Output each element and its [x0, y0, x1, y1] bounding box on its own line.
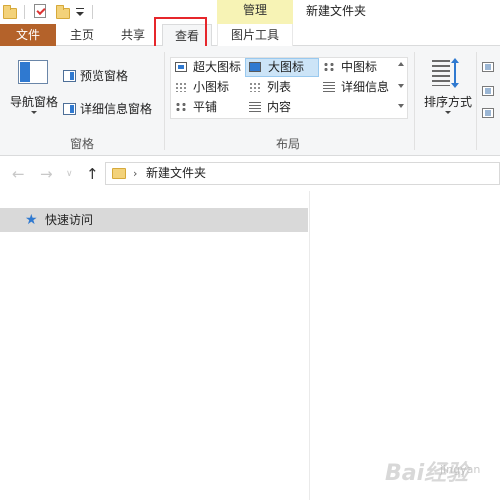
customize-toolbar-chevron-icon[interactable]	[76, 8, 84, 16]
watermark-subtext: jingyan	[440, 463, 481, 476]
scroll-up-icon[interactable]	[398, 62, 404, 66]
folder-icon[interactable]	[3, 5, 17, 19]
tab-home[interactable]: 主页	[58, 24, 106, 46]
size-columns-icon[interactable]	[482, 108, 494, 118]
star-icon: ★	[25, 212, 38, 228]
sort-arrow-icon	[451, 58, 459, 88]
more-layouts-chevron-icon[interactable]	[398, 104, 404, 108]
layout-gallery-scroller[interactable]	[395, 58, 407, 118]
layout-group-label: 布局	[275, 137, 300, 151]
layout-tiles[interactable]: 平铺	[171, 98, 245, 117]
preview-pane-icon[interactable]	[63, 70, 76, 82]
layout-extra-large-icons[interactable]: 超大图标	[171, 58, 245, 77]
navigation-pane-icon[interactable]	[18, 60, 48, 84]
layout-large-icons[interactable]: 大图标	[245, 58, 319, 77]
layout-content[interactable]: 内容	[245, 98, 319, 117]
content-icon	[249, 102, 261, 112]
small-icons-icon	[175, 82, 187, 92]
tab-share[interactable]: 共享	[108, 24, 158, 46]
tab-file[interactable]: 文件	[0, 24, 56, 46]
toolbar-separator	[24, 5, 25, 19]
layout-details[interactable]: 详细信息	[319, 78, 395, 97]
recent-locations-chevron-icon[interactable]: ∨	[66, 157, 73, 191]
sort-by-button[interactable]: 排序方式	[420, 93, 476, 110]
details-pane-icon[interactable]	[63, 103, 76, 115]
context-tab-header: 管理	[217, 0, 293, 24]
forward-arrow-icon[interactable]: →	[40, 157, 53, 191]
large-icons-icon	[249, 62, 261, 72]
details-pane-button[interactable]: 详细信息窗格	[80, 101, 152, 117]
nav-item-quick-access[interactable]: ★ 快速访问	[0, 208, 308, 232]
layout-list[interactable]: 列表	[245, 78, 319, 97]
up-arrow-icon[interactable]: ↑	[86, 157, 99, 191]
layout-gallery: 超大图标 大图标 中图标 小图标 列表 详细信息 平铺 内容	[170, 57, 408, 119]
preview-pane-button[interactable]: 预览窗格	[80, 68, 128, 84]
back-arrow-icon[interactable]: ←	[12, 157, 25, 191]
extra-large-icons-icon	[175, 62, 187, 72]
breadcrumb-current[interactable]: 新建文件夹	[146, 163, 206, 184]
layout-small-icons[interactable]: 小图标	[171, 78, 245, 97]
group-divider	[476, 52, 477, 150]
new-folder-icon[interactable]	[56, 5, 70, 19]
window-title: 新建文件夹	[306, 4, 367, 18]
properties-icon[interactable]	[34, 4, 46, 18]
navigation-pane-button[interactable]: 导航窗格	[8, 93, 60, 110]
tiles-icon	[175, 102, 187, 112]
folder-icon	[112, 168, 126, 179]
panes-group-label: 窗格	[69, 137, 94, 151]
highlight-box	[154, 17, 207, 49]
medium-icons-icon	[323, 62, 335, 72]
sort-lines-icon	[432, 60, 450, 86]
scroll-down-icon[interactable]	[398, 84, 404, 88]
toolbar-separator	[92, 5, 93, 19]
group-by-icon[interactable]	[482, 62, 494, 72]
layout-medium-icons[interactable]: 中图标	[319, 58, 395, 77]
navigation-pane-chevron-icon[interactable]	[31, 111, 37, 114]
list-icon	[249, 82, 261, 92]
group-divider	[164, 52, 165, 150]
breadcrumb-chevron-icon[interactable]: ›	[133, 165, 137, 183]
sort-by-chevron-icon[interactable]	[445, 111, 451, 114]
navigation-pane	[0, 191, 310, 500]
nav-item-label: 快速访问	[45, 213, 94, 227]
address-bar[interactable]: › 新建文件夹	[105, 162, 500, 185]
details-icon	[323, 82, 335, 92]
add-columns-icon[interactable]	[482, 86, 494, 96]
group-divider	[414, 52, 415, 150]
sort-by-icon[interactable]	[432, 58, 464, 88]
tab-picture-tools[interactable]: 图片工具	[217, 24, 293, 46]
